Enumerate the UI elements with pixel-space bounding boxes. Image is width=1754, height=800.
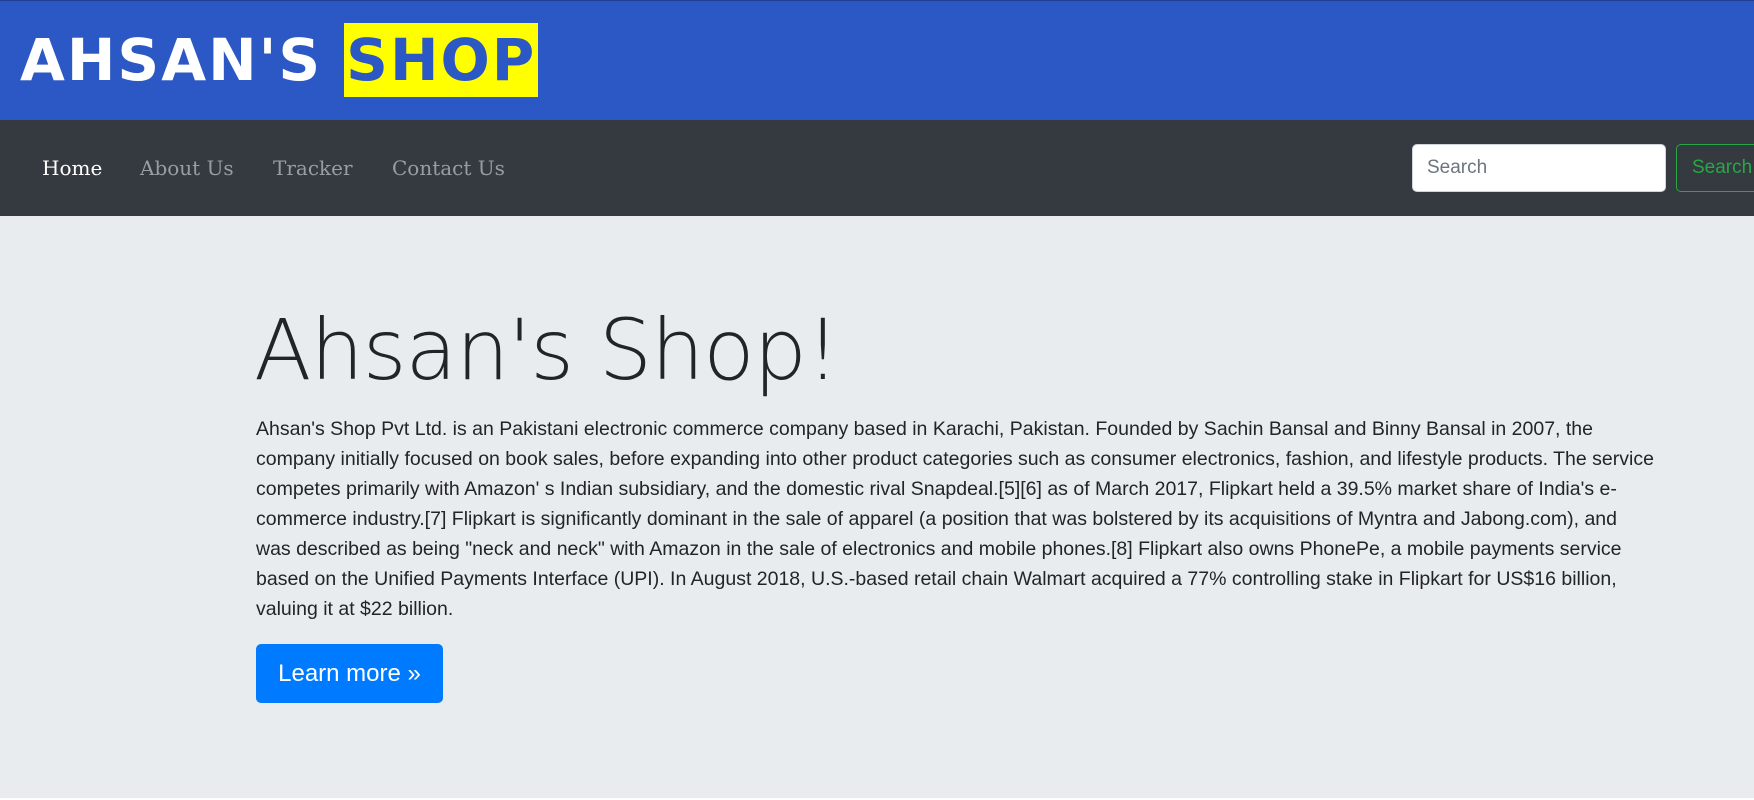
nav-link-home[interactable]: Home [42,156,102,180]
company-description: Ahsan's Shop Pvt Ltd. is an Pakistani el… [256,418,1654,620]
page-title: Ahsan's Shop! [254,301,840,399]
nav-link-about-us[interactable]: About Us [140,156,234,180]
search-input[interactable] [1412,144,1666,192]
brand-name-first: AHSAN'S [20,26,323,94]
site-banner: AHSAN'S SHOP [0,0,1754,120]
nav-link-tracker[interactable]: Tracker [273,156,353,180]
learn-more-button[interactable]: Learn more » [256,644,443,703]
brand-logo[interactable]: AHSAN'S SHOP [20,23,539,97]
search-button[interactable]: Search [1676,144,1754,192]
main-navbar: Home About Us Tracker Contact Us Search [0,120,1754,216]
jumbotron: Ahsan's Shop! Ahsan's Shop Pvt Ltd. is a… [0,216,1754,800]
brand-name-highlight: SHOP [344,23,539,97]
nav-link-contact-us[interactable]: Contact Us [392,156,505,180]
